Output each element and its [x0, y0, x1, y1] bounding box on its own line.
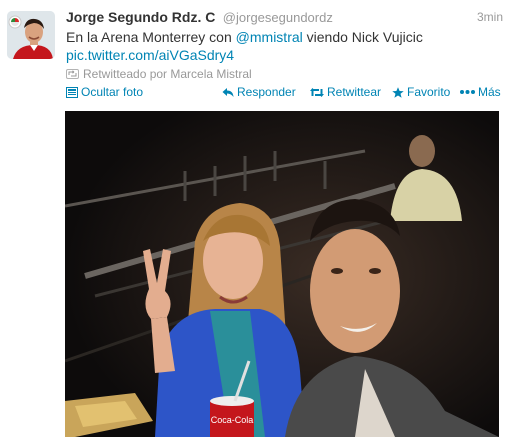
tweet-text: En la Arena Monterrey con @mmistral vien… — [66, 28, 496, 64]
mention-link[interactable]: @mmistral — [236, 29, 303, 45]
hide-photo-label: Ocultar foto — [81, 85, 144, 99]
retweet-small-icon — [66, 68, 79, 79]
more-button[interactable]: Más — [460, 85, 501, 99]
avatar[interactable] — [7, 11, 55, 59]
retweet-button[interactable]: Retwittear — [310, 85, 381, 99]
tweet-photo[interactable]: Coca-Cola — [65, 111, 499, 437]
star-icon — [392, 87, 404, 98]
tweet-text-part: viendo Nick Vujicic — [302, 29, 423, 45]
reply-icon — [222, 88, 234, 97]
cup-logo-text: Coca-Cola — [211, 415, 254, 425]
retweet-context: Retwitteado por Marcela Mistral — [66, 67, 252, 81]
favorite-button[interactable]: Favorito — [392, 85, 450, 99]
tweet-timestamp[interactable]: 3min — [477, 10, 503, 24]
retweeted-by-text: Retwitteado por Marcela Mistral — [83, 67, 252, 81]
more-icon — [460, 90, 475, 94]
author-username[interactable]: @jorgesegundordz — [223, 10, 333, 25]
retweet-icon — [310, 88, 324, 97]
tweet-actions: Ocultar foto Responder Retwittear Favori… — [66, 85, 503, 101]
favorite-label: Favorito — [407, 85, 451, 99]
retweet-label: Retwittear — [327, 85, 382, 99]
hide-photo-button[interactable]: Ocultar foto — [66, 85, 143, 99]
more-label: Más — [478, 85, 501, 99]
media-link[interactable]: pic.twitter.com/aiVGaSdry4 — [66, 47, 234, 63]
tweet-header: Jorge Segundo Rdz. C @jorgesegundordz 3m… — [66, 9, 503, 27]
tweet[interactable]: Jorge Segundo Rdz. C @jorgesegundordz 3m… — [0, 0, 511, 447]
photo-icon — [66, 87, 78, 98]
reply-button[interactable]: Responder — [222, 85, 296, 99]
tweet-text-part: En la Arena Monterrey con — [66, 29, 236, 45]
reply-label: Responder — [237, 85, 296, 99]
author-fullname[interactable]: Jorge Segundo Rdz. C — [66, 9, 215, 25]
